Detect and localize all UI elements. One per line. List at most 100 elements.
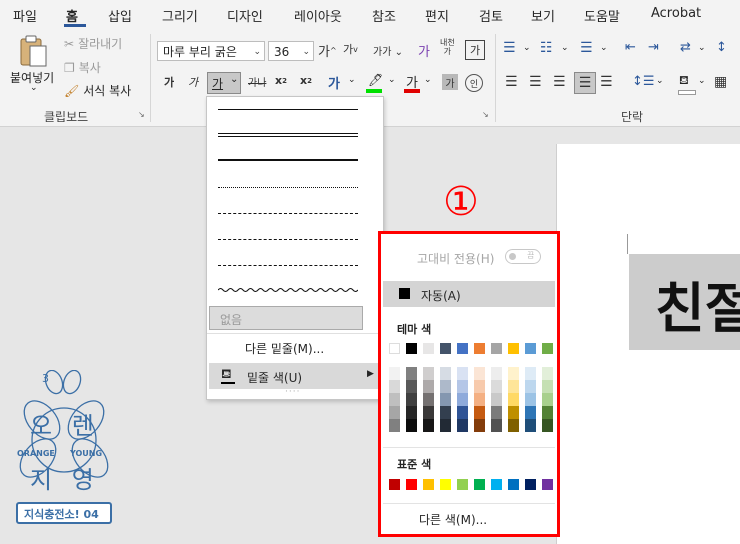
theme-shade-swatch[interactable] xyxy=(406,393,417,406)
menu-mailings[interactable]: 편지 xyxy=(425,6,449,25)
subscript-icon[interactable]: x2 xyxy=(275,74,287,87)
multilevel-list-icon[interactable]: ☰ xyxy=(580,40,593,56)
bullets-icon[interactable]: ☰ xyxy=(503,40,516,56)
theme-shade-swatch[interactable] xyxy=(525,380,536,393)
menu-view[interactable]: 보기 xyxy=(531,6,555,25)
bold-icon[interactable]: 가 xyxy=(164,74,174,90)
chevron-down-icon[interactable]: ⌄ xyxy=(561,43,569,53)
theme-shade-swatch[interactable] xyxy=(389,419,400,432)
theme-shade-swatch[interactable] xyxy=(542,380,553,393)
theme-shade-swatch[interactable] xyxy=(474,393,485,406)
font-size-box[interactable]: 36 ⌄ xyxy=(268,41,314,61)
borders-icon[interactable]: ▦ xyxy=(714,74,727,90)
theme-shade-swatch[interactable] xyxy=(542,419,553,432)
text-direction-icon[interactable]: ⇄ xyxy=(680,40,691,55)
underline-option-dash-dot-dot[interactable] xyxy=(218,265,358,266)
theme-shade-swatch[interactable] xyxy=(423,419,434,432)
standard-color-swatch[interactable] xyxy=(508,479,519,490)
clear-formatting-icon[interactable]: 가 xyxy=(418,41,430,60)
font-name-box[interactable]: 마루 부리 굵은 ⌄ xyxy=(157,41,265,61)
underline-option-double[interactable] xyxy=(218,133,358,137)
theme-color-swatch[interactable] xyxy=(508,343,519,354)
theme-shade-swatch[interactable] xyxy=(491,393,502,406)
theme-shade-swatch[interactable] xyxy=(474,419,485,432)
phonetic-guide-icon[interactable]: 내천 가 xyxy=(440,38,455,56)
standard-color-swatch[interactable] xyxy=(474,479,485,490)
line-spacing-icon[interactable]: ↕☰ xyxy=(632,74,655,89)
document-page[interactable]: 친절 xyxy=(556,144,740,544)
theme-color-swatch[interactable] xyxy=(474,343,485,354)
theme-shade-swatch[interactable] xyxy=(406,419,417,432)
menu-draw[interactable]: 그리기 xyxy=(162,6,198,25)
theme-color-swatch[interactable] xyxy=(542,343,553,354)
theme-shade-swatch[interactable] xyxy=(389,367,400,380)
chevron-down-icon[interactable]: ⌄ xyxy=(230,74,238,85)
theme-shade-swatch[interactable] xyxy=(474,406,485,419)
theme-color-swatch[interactable] xyxy=(491,343,502,354)
standard-color-swatch[interactable] xyxy=(423,479,434,490)
sort-icon[interactable]: ↕ xyxy=(716,40,727,55)
theme-shade-swatch[interactable] xyxy=(525,367,536,380)
chevron-down-icon[interactable]: ⌄ xyxy=(388,75,396,85)
paste-dropdown-icon[interactable]: ⌄ xyxy=(30,83,38,93)
theme-shade-swatch[interactable] xyxy=(423,367,434,380)
theme-shade-swatch[interactable] xyxy=(474,367,485,380)
underline-none-option[interactable]: 없음 xyxy=(209,306,363,330)
decrease-indent-icon[interactable]: ⇤ xyxy=(625,40,636,55)
format-painter-button[interactable]: 🖌 서식 복사 xyxy=(64,82,131,99)
theme-color-swatch[interactable] xyxy=(440,343,451,354)
menu-file[interactable]: 파일 xyxy=(13,6,37,25)
menu-layout[interactable]: 레이아웃 xyxy=(294,6,342,25)
underline-option-wave[interactable] xyxy=(218,287,358,293)
theme-shade-swatch[interactable] xyxy=(491,380,502,393)
char-shading-icon[interactable]: 가 xyxy=(442,74,458,90)
increase-indent-icon[interactable]: ⇥ xyxy=(648,40,659,55)
standard-color-swatch[interactable] xyxy=(440,479,451,490)
theme-shade-swatch[interactable] xyxy=(440,380,451,393)
standard-color-swatch[interactable] xyxy=(457,479,468,490)
grow-font-icon[interactable]: 가 ^ xyxy=(318,41,337,60)
chevron-down-icon[interactable]: ⌄ xyxy=(348,75,356,85)
menu-review[interactable]: 검토 xyxy=(479,6,503,25)
underline-option-single[interactable] xyxy=(218,109,358,110)
underline-option-dashed[interactable] xyxy=(218,213,358,214)
menu-help[interactable]: 도움말 xyxy=(584,6,620,25)
italic-icon[interactable]: 가 xyxy=(188,74,198,90)
chevron-down-icon[interactable]: ⌄ xyxy=(656,76,664,86)
standard-color-swatch[interactable] xyxy=(491,479,502,490)
theme-color-swatch[interactable] xyxy=(525,343,536,354)
theme-shade-swatch[interactable] xyxy=(457,367,468,380)
distributed-icon[interactable]: ☰ xyxy=(600,74,613,90)
numbering-icon[interactable]: ☷ xyxy=(540,40,553,56)
align-center-icon[interactable]: ☰ xyxy=(529,74,542,90)
chevron-down-icon[interactable]: ⌄ xyxy=(253,42,261,62)
more-underlines-item[interactable]: 다른 밑줄(M)... xyxy=(245,340,324,357)
copy-button[interactable]: ❐ 복사 xyxy=(64,59,101,76)
theme-shade-swatch[interactable] xyxy=(491,419,502,432)
theme-shade-swatch[interactable] xyxy=(525,406,536,419)
theme-shade-swatch[interactable] xyxy=(389,393,400,406)
strikethrough-icon[interactable]: 가나 xyxy=(248,74,266,89)
theme-shade-swatch[interactable] xyxy=(508,380,519,393)
document-text[interactable]: 친절 xyxy=(655,264,740,343)
theme-shade-swatch[interactable] xyxy=(440,393,451,406)
theme-shade-swatch[interactable] xyxy=(423,393,434,406)
standard-color-swatch[interactable] xyxy=(542,479,553,490)
theme-shade-swatch[interactable] xyxy=(508,393,519,406)
change-case-icon[interactable]: 가가 ⌄ xyxy=(373,43,403,58)
theme-shade-swatch[interactable] xyxy=(491,367,502,380)
theme-shade-swatch[interactable] xyxy=(542,406,553,419)
shrink-font-icon[interactable]: 가v xyxy=(343,41,358,57)
theme-shade-swatch[interactable] xyxy=(457,380,468,393)
standard-color-swatch[interactable] xyxy=(406,479,417,490)
theme-shade-swatch[interactable] xyxy=(508,406,519,419)
theme-shade-swatch[interactable] xyxy=(406,367,417,380)
theme-shade-swatch[interactable] xyxy=(457,406,468,419)
font-color-icon[interactable]: 가 xyxy=(402,72,422,94)
theme-shade-swatch[interactable] xyxy=(457,419,468,432)
theme-shade-swatch[interactable] xyxy=(542,367,553,380)
theme-shade-swatch[interactable] xyxy=(508,419,519,432)
theme-color-swatch[interactable] xyxy=(423,343,434,354)
theme-shade-swatch[interactable] xyxy=(491,406,502,419)
theme-shade-swatch[interactable] xyxy=(406,406,417,419)
